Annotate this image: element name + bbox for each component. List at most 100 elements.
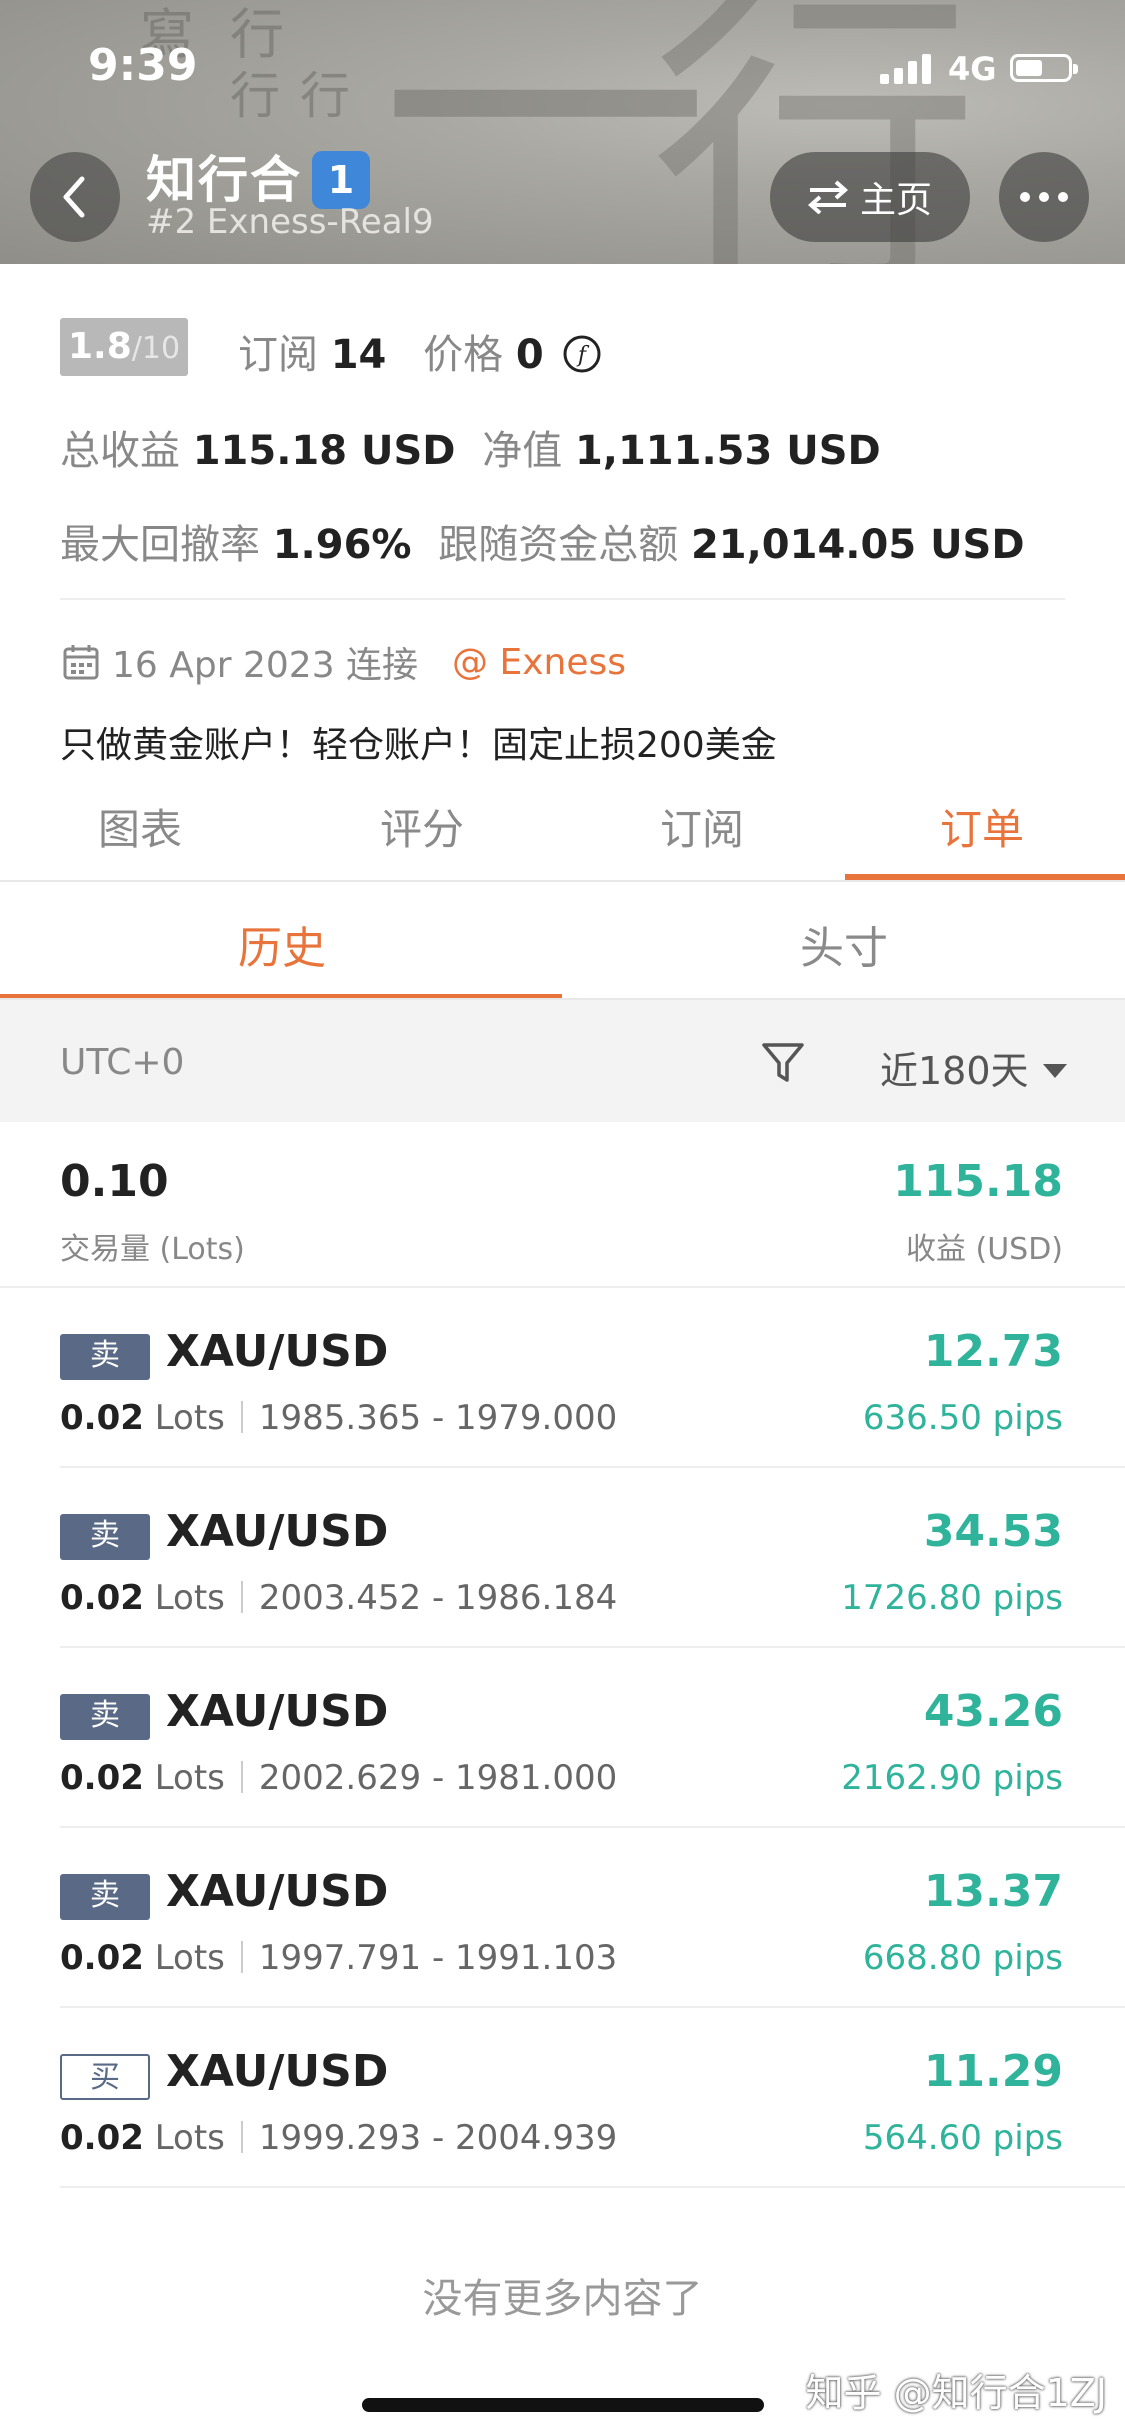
subtab-positions[interactable]: 头寸	[800, 912, 888, 976]
trade-lots: 0.02 Lots 2002.629 - 1981.000	[60, 1758, 617, 1798]
trade-profit: 43.26	[923, 1686, 1063, 1737]
home-button-label: 主页	[859, 180, 932, 221]
lots-unit: Lots	[154, 1398, 225, 1438]
trade-lots: 0.02 Lots 1997.791 - 1991.103	[60, 1938, 617, 1978]
status-time: 9:39	[88, 40, 198, 91]
side-tag: 买	[60, 2054, 150, 2100]
lots-unit: Lots	[154, 1758, 225, 1798]
trade-symbol: XAU/USD	[166, 2046, 389, 2097]
lots-value: 0.02	[60, 1398, 144, 1438]
account-meta: 16 Apr 2023 连接 @ Exness	[62, 636, 626, 688]
trade-symbol: XAU/USD	[166, 1686, 389, 1737]
trade-pips: 636.50 pips	[862, 1398, 1063, 1438]
home-indicator[interactable]	[362, 2398, 764, 2412]
coin-icon: f	[563, 335, 601, 373]
trade-row[interactable]: 卖 XAU/USD 0.02 Lots 2002.629 - 1981.000 4…	[0, 1648, 1125, 1828]
side-tag: 卖	[60, 1694, 150, 1740]
total-profit: 115.18	[893, 1156, 1063, 1207]
title-badge: 1	[312, 151, 370, 209]
connected-date: 16 Apr 2023 连接	[112, 645, 419, 686]
lots-value: 0.02	[60, 1578, 144, 1618]
filter-bar: UTC+0 近180天	[0, 1000, 1125, 1122]
back-button[interactable]	[30, 152, 120, 242]
trade-profit: 11.29	[923, 2046, 1063, 2097]
no-more-content: 没有更多内容了	[422, 2276, 703, 2322]
total-volume: 0.10	[60, 1156, 169, 1207]
trade-profit: 34.53	[923, 1506, 1063, 1557]
more-options-button[interactable]	[999, 152, 1089, 242]
rating-max: /10	[131, 331, 181, 366]
row-divider	[60, 2186, 1125, 2188]
broker-link[interactable]: @ Exness	[452, 642, 626, 683]
trade-row[interactable]: 卖 XAU/USD 0.02 Lots 1985.365 - 1979.000 1…	[0, 1288, 1125, 1468]
filter-icon[interactable]	[760, 1040, 806, 1086]
timezone-label: UTC+0	[60, 1042, 185, 1083]
subscribe-price-line: 订阅 14 价格 0 f	[238, 322, 602, 380]
lots-unit: Lots	[154, 2118, 225, 2158]
trade-row[interactable]: 卖 XAU/USD 0.02 Lots 1997.791 - 1991.103 1…	[0, 1828, 1125, 2008]
account-subtitle: #2 Exness-Real9	[146, 202, 434, 242]
swap-arrows-icon	[807, 180, 848, 214]
follow-total-value: 21,014.05 USD	[690, 522, 1025, 568]
date-range-dropdown[interactable]: 近180天	[880, 1040, 1067, 1095]
total-profit-label: 收益 (USD)	[905, 1232, 1063, 1267]
price-range: 1997.791 - 1991.103	[258, 1938, 618, 1978]
profit-equity-line: 总收益 115.18 USD 净值 1,111.53 USD	[60, 418, 881, 476]
tab-subscribe[interactable]: 订阅	[660, 796, 744, 857]
price-label: 价格	[423, 332, 504, 378]
battery-icon	[1010, 54, 1078, 82]
dot-icon	[1020, 192, 1030, 202]
trade-symbol: XAU/USD	[166, 1866, 389, 1917]
dot-icon	[1058, 192, 1068, 202]
calendar-icon	[63, 645, 99, 680]
trade-lots: 0.02 Lots 1999.293 - 2004.939	[60, 2118, 617, 2158]
max-drawdown-label: 最大回撤率	[60, 522, 260, 568]
status-bar: 9:39 4G	[0, 0, 1125, 140]
trade-pips: 564.60 pips	[862, 2118, 1063, 2158]
trade-pips: 668.80 pips	[862, 1938, 1063, 1978]
caret-down-icon	[1042, 1064, 1067, 1078]
tab-rating[interactable]: 评分	[380, 796, 464, 857]
tab-orders[interactable]: 订单	[940, 796, 1024, 857]
separator	[240, 2121, 243, 2153]
lots-value: 0.02	[60, 1938, 144, 1978]
svg-text:f: f	[576, 343, 590, 368]
price-range: 2003.452 - 1986.184	[258, 1578, 618, 1618]
trade-profit: 13.37	[923, 1866, 1063, 1917]
price-range: 1999.293 - 2004.939	[258, 2118, 618, 2158]
signal-icon	[880, 54, 931, 84]
chevron-left-icon	[63, 176, 85, 218]
total-volume-label: 交易量 (Lots)	[60, 1232, 245, 1267]
lots-unit: Lots	[154, 1938, 225, 1978]
watermark: 知乎 @知行合1ZJ	[805, 2371, 1108, 2415]
lots-value: 0.02	[60, 1758, 144, 1798]
side-tag: 卖	[60, 1874, 150, 1920]
page-title-text: 知行合	[146, 151, 302, 209]
trade-pips: 1726.80 pips	[841, 1578, 1063, 1618]
trade-profit: 12.73	[923, 1326, 1063, 1377]
network-type: 4G	[948, 50, 997, 88]
tab-chart[interactable]: 图表	[98, 796, 182, 857]
subscribe-count: 14	[330, 332, 387, 378]
side-tag: 卖	[60, 1514, 150, 1560]
follow-total-label: 跟随资金总额	[438, 522, 679, 568]
trade-row[interactable]: 买 XAU/USD 0.02 Lots 1999.293 - 2004.939 1…	[0, 2008, 1125, 2188]
drawdown-follow-line: 最大回撤率 1.96% 跟随资金总额 21,014.05 USD	[60, 512, 1025, 570]
max-drawdown-value: 1.96%	[272, 522, 412, 568]
stats-divider	[60, 598, 1065, 600]
total-profit-value: 115.18 USD	[192, 428, 456, 474]
home-button[interactable]: 主页	[770, 152, 970, 242]
account-description: 只做黄金账户！轻仓账户！固定止损200美金	[60, 725, 777, 766]
separator	[240, 1581, 243, 1613]
main-tabs: 图表 评分 订阅 订单	[0, 770, 1125, 882]
rating-badge: 1.8/10	[60, 318, 188, 376]
trade-row[interactable]: 卖 XAU/USD 0.02 Lots 2003.452 - 1986.184 3…	[0, 1468, 1125, 1648]
price-value: 0	[515, 332, 544, 378]
dot-icon	[1039, 192, 1049, 202]
trade-pips: 2162.90 pips	[841, 1758, 1063, 1798]
trade-symbol: XAU/USD	[166, 1326, 389, 1377]
price-range: 1985.365 - 1979.000	[258, 1398, 618, 1438]
subtab-history[interactable]: 历史	[238, 912, 326, 976]
separator	[240, 1401, 243, 1433]
rating-value: 1.8	[67, 326, 132, 367]
